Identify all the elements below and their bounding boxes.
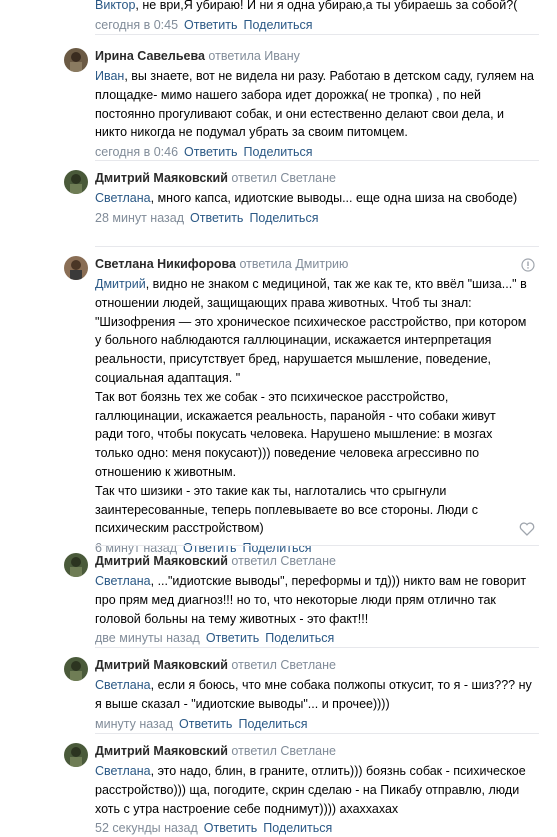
reply-to[interactable]: ответил Светлане bbox=[231, 554, 336, 568]
comment-meta: две минуты назад Ответить Поделиться bbox=[95, 630, 539, 646]
comment-text: Светлана, много капса, идиотские выводы.… bbox=[95, 191, 518, 205]
share-button[interactable]: Поделиться bbox=[238, 717, 307, 731]
comment-time[interactable]: сегодня в 0:46 bbox=[95, 145, 178, 159]
reply-button[interactable]: Ответить bbox=[179, 717, 232, 731]
author-name[interactable]: Дмитрий Маяковский bbox=[95, 744, 228, 758]
reply-button[interactable]: Ответить bbox=[190, 211, 243, 225]
comment-text: Иван, вы знаете, вот не видела ни разу. … bbox=[95, 69, 534, 140]
share-button[interactable]: Поделиться bbox=[265, 631, 334, 645]
comment-text: Светлана, если я боюсь, что мне собака п… bbox=[95, 678, 532, 711]
reply-button[interactable]: Ответить bbox=[206, 631, 259, 645]
mention-link[interactable]: Дмитрий bbox=[95, 277, 146, 291]
comment-text: Светлана, это надо, блин, в граните, отл… bbox=[95, 764, 526, 816]
reply-to[interactable]: ответил Светлане bbox=[231, 658, 336, 672]
author-name[interactable]: Дмитрий Маяковский bbox=[95, 554, 228, 568]
mention-link[interactable]: Светлана bbox=[95, 191, 151, 205]
avatar[interactable] bbox=[64, 48, 88, 72]
share-button[interactable]: Поделиться bbox=[249, 211, 318, 225]
comment-meta: 28 минут назад Ответить Поделиться bbox=[95, 210, 539, 226]
avatar[interactable] bbox=[64, 553, 88, 577]
reply-to[interactable]: ответил Светлане bbox=[231, 171, 336, 185]
mention-link[interactable]: Иван bbox=[95, 69, 124, 83]
reply-to[interactable]: ответила Ивану bbox=[208, 49, 299, 63]
avatar[interactable] bbox=[64, 657, 88, 681]
mention-link[interactable]: Светлана bbox=[95, 678, 151, 692]
comment-time[interactable]: 52 секунды назад bbox=[95, 821, 198, 835]
divider bbox=[95, 733, 539, 734]
divider bbox=[95, 34, 539, 35]
share-button[interactable]: Поделиться bbox=[243, 18, 312, 32]
author-name[interactable]: Ирина Савельева bbox=[95, 49, 205, 63]
comment-text: Дмитрий, видно не знаком с медициной, та… bbox=[95, 277, 527, 536]
divider bbox=[95, 160, 539, 161]
comment-meta: 52 секунды назад Ответить Поделиться bbox=[95, 820, 539, 836]
comment-text: Светлана, ..."идиотские выводы", перефор… bbox=[95, 574, 527, 626]
author-name[interactable]: Дмитрий Маяковский bbox=[95, 658, 228, 672]
reply-to[interactable]: ответила Дмитрию bbox=[239, 257, 348, 271]
reply-to[interactable]: ответил Светлане bbox=[231, 744, 336, 758]
comment-time[interactable]: сегодня в 0:45 bbox=[95, 18, 178, 32]
comment-time[interactable]: 28 минут назад bbox=[95, 211, 184, 225]
avatar[interactable] bbox=[64, 256, 88, 280]
heart-icon[interactable] bbox=[519, 522, 535, 539]
author-name[interactable]: Светлана Никифорова bbox=[95, 257, 236, 271]
reply-button[interactable]: Ответить bbox=[184, 145, 237, 159]
comment-time[interactable]: две минуты назад bbox=[95, 631, 200, 645]
divider bbox=[95, 246, 539, 247]
comment-time[interactable]: минуту назад bbox=[95, 717, 173, 731]
avatar[interactable] bbox=[64, 743, 88, 767]
divider bbox=[95, 545, 539, 546]
mention-link[interactable]: Виктор bbox=[95, 0, 135, 12]
reply-button[interactable]: Ответить bbox=[204, 821, 257, 835]
divider bbox=[95, 647, 539, 648]
share-button[interactable]: Поделиться bbox=[243, 145, 312, 159]
comment-meta: сегодня в 0:46 Ответить Поделиться bbox=[95, 144, 539, 160]
reply-button[interactable]: Ответить bbox=[184, 18, 237, 32]
avatar[interactable] bbox=[64, 170, 88, 194]
share-button[interactable]: Поделиться bbox=[263, 821, 332, 835]
comment-text: Виктор, не ври,Я убираю! И ни я одна уби… bbox=[95, 0, 518, 12]
mention-link[interactable]: Светлана bbox=[95, 574, 151, 588]
comment-meta: сегодня в 0:45 Ответить Поделиться bbox=[95, 17, 539, 33]
mention-link[interactable]: Светлана bbox=[95, 764, 151, 778]
author-name[interactable]: Дмитрий Маяковский bbox=[95, 171, 228, 185]
comment-meta: минуту назад Ответить Поделиться bbox=[95, 716, 539, 732]
